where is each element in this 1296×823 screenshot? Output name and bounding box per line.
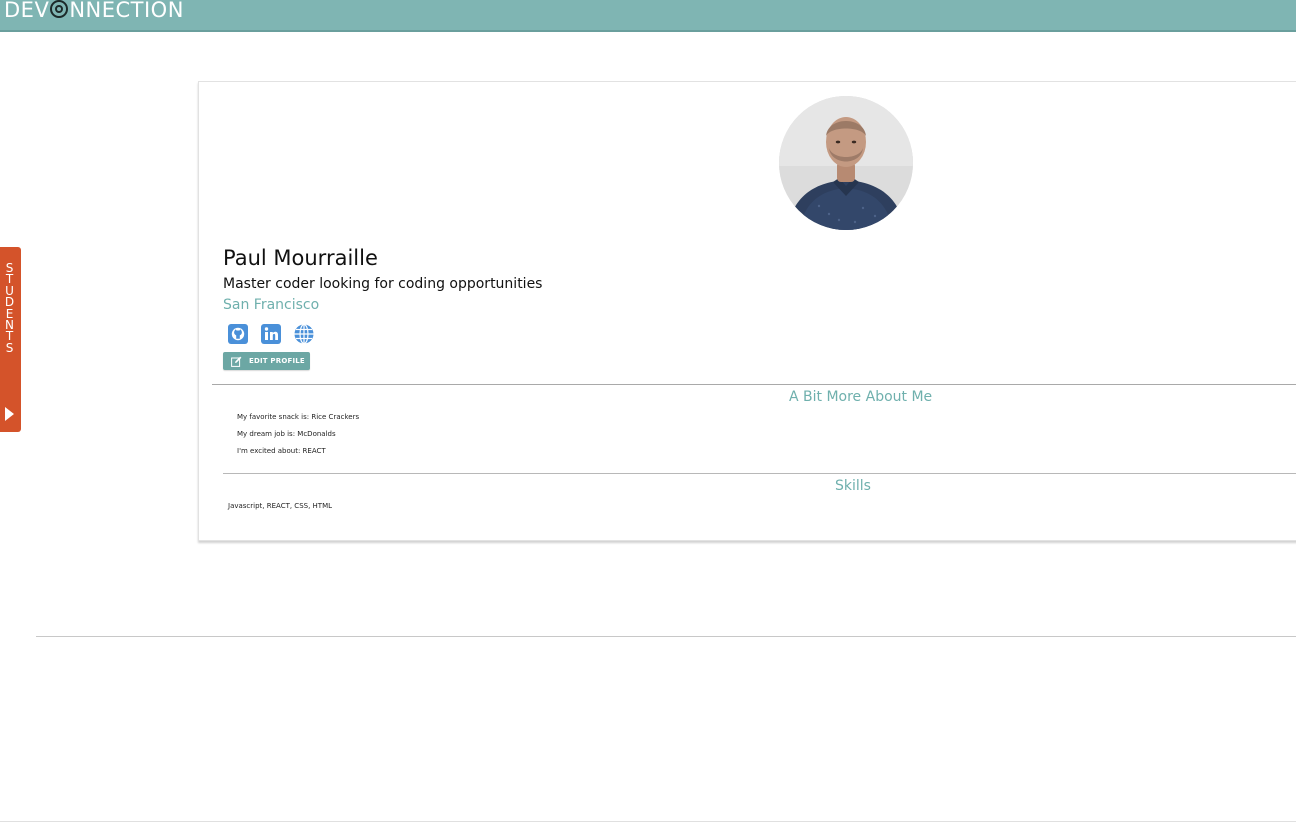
section-divider: [223, 473, 1296, 474]
profile-name: Paul Mourraille: [223, 246, 378, 270]
profile-avatar: [779, 96, 913, 230]
edit-profile-button[interactable]: EDIT PROFILE: [223, 352, 310, 370]
profile-tagline: Master coder looking for coding opportun…: [223, 276, 543, 292]
skills-list: Javascript, REACT, CSS, HTML: [228, 502, 333, 510]
profile-card: Paul Mourraille Master coder looking for…: [198, 81, 1296, 541]
logo-target-icon: [50, 0, 69, 18]
about-fact-excited: I'm excited about: REACT: [237, 447, 326, 455]
students-tab-label: S T U D E N T S: [4, 261, 15, 355]
devconnection-logo[interactable]: DEV NNECTION: [4, 0, 184, 22]
about-fact-dream-job: My dream job is: McDonalds: [237, 430, 336, 438]
page-divider: [36, 636, 1296, 637]
github-icon[interactable]: [228, 324, 248, 344]
about-fact-snack: My favorite snack is: Rice Crackers: [237, 413, 360, 421]
students-drawer-tab[interactable]: S T U D E N T S: [0, 247, 21, 432]
edit-icon: [231, 356, 242, 367]
profile-photo: [779, 96, 913, 230]
profile-location: San Francisco: [223, 297, 320, 313]
caret-right-icon: [5, 407, 14, 421]
section-divider: [212, 384, 1296, 385]
skills-section-title: Skills: [835, 478, 871, 494]
footer-divider: [0, 821, 1296, 822]
edit-profile-label: EDIT PROFILE: [249, 357, 305, 365]
about-section-title: A Bit More About Me: [789, 389, 933, 405]
linkedin-icon[interactable]: [261, 324, 281, 344]
globe-icon[interactable]: [294, 323, 314, 345]
top-nav-bar: DEV NNECTION: [0, 0, 1296, 32]
